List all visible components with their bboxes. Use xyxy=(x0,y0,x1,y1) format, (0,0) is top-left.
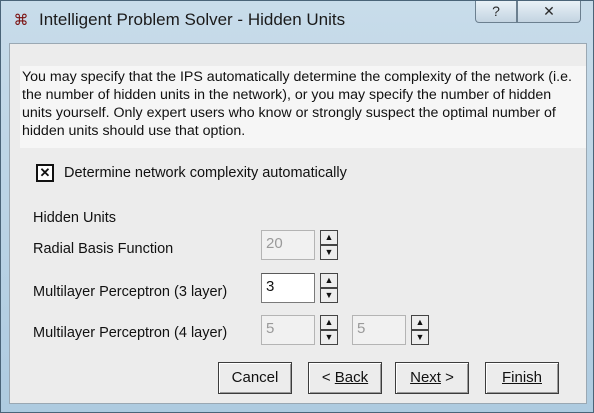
description-text: You may specify that the IPS automatical… xyxy=(20,66,586,148)
arrow-down-icon: ▼ xyxy=(324,290,334,300)
mlp4-label: Multilayer Perceptron (4 layer) xyxy=(33,325,228,341)
mlp4-layer1-spinner[interactable]: ▲ ▼ xyxy=(320,315,338,345)
arrow-up-icon: ▲ xyxy=(324,317,334,327)
arrow-down-icon: ▼ xyxy=(415,332,425,342)
close-icon: ✕ xyxy=(543,3,555,19)
arrow-up-icon: ▲ xyxy=(324,275,334,285)
spin-up-button[interactable]: ▲ xyxy=(411,315,429,330)
rbf-label: Radial Basis Function xyxy=(33,241,174,257)
next-chevron-icon: > xyxy=(440,369,454,386)
close-button[interactable]: ✕ xyxy=(517,1,581,23)
spin-up-button[interactable]: ▲ xyxy=(320,273,338,288)
arrow-up-icon: ▲ xyxy=(415,317,425,327)
dialog-window: ⌘ Intelligent Problem Solver - Hidden Un… xyxy=(0,0,594,413)
spin-up-button[interactable]: ▲ xyxy=(320,230,338,245)
arrow-down-icon: ▼ xyxy=(324,332,334,342)
next-button[interactable]: Next > xyxy=(395,362,469,394)
arrow-down-icon: ▼ xyxy=(324,247,334,257)
auto-complexity-checkbox[interactable]: ✕ xyxy=(36,164,54,182)
mlp3-units-input[interactable]: 3 xyxy=(261,273,315,303)
spin-down-button[interactable]: ▼ xyxy=(320,330,338,345)
mlp3-label: Multilayer Perceptron (3 layer) xyxy=(33,284,228,300)
spin-down-button[interactable]: ▼ xyxy=(411,330,429,345)
title-bar[interactable]: ⌘ Intelligent Problem Solver - Hidden Un… xyxy=(1,1,593,41)
auto-complexity-label[interactable]: Determine network complexity automatical… xyxy=(64,164,347,182)
help-icon: ? xyxy=(492,3,500,19)
hidden-units-heading: Hidden Units xyxy=(33,210,117,226)
rbf-units-input[interactable]: 20 xyxy=(261,230,315,260)
app-icon: ⌘ xyxy=(13,12,29,29)
mlp4-layer2-spinner[interactable]: ▲ ▼ xyxy=(411,315,429,345)
help-button[interactable]: ? xyxy=(475,1,517,23)
spin-down-button[interactable]: ▼ xyxy=(320,288,338,303)
back-button[interactable]: < Back xyxy=(308,362,382,394)
dialog-body: You may specify that the IPS automatical… xyxy=(9,43,587,404)
window-title: Intelligent Problem Solver - Hidden Unit… xyxy=(39,10,346,29)
spin-down-button[interactable]: ▼ xyxy=(320,245,338,260)
rbf-units-spinner[interactable]: ▲ ▼ xyxy=(320,230,338,260)
back-chevron-icon: < xyxy=(321,369,335,386)
arrow-up-icon: ▲ xyxy=(324,232,334,242)
auto-complexity-option[interactable]: ✕ Determine network complexity automatic… xyxy=(36,164,366,186)
checkbox-check-icon: ✕ xyxy=(39,165,51,180)
spin-up-button[interactable]: ▲ xyxy=(320,315,338,330)
next-button-label: Next xyxy=(410,369,441,386)
mlp4-layer2-input[interactable]: 5 xyxy=(352,315,406,345)
finish-button-label: Finish xyxy=(501,369,542,386)
cancel-button-label: Cancel xyxy=(231,369,279,386)
cancel-button[interactable]: Cancel xyxy=(218,362,292,394)
mlp3-units-spinner[interactable]: ▲ ▼ xyxy=(320,273,338,303)
mlp4-layer1-input[interactable]: 5 xyxy=(261,315,315,345)
finish-button[interactable]: Finish xyxy=(485,362,559,394)
back-button-label: Back xyxy=(334,369,369,386)
